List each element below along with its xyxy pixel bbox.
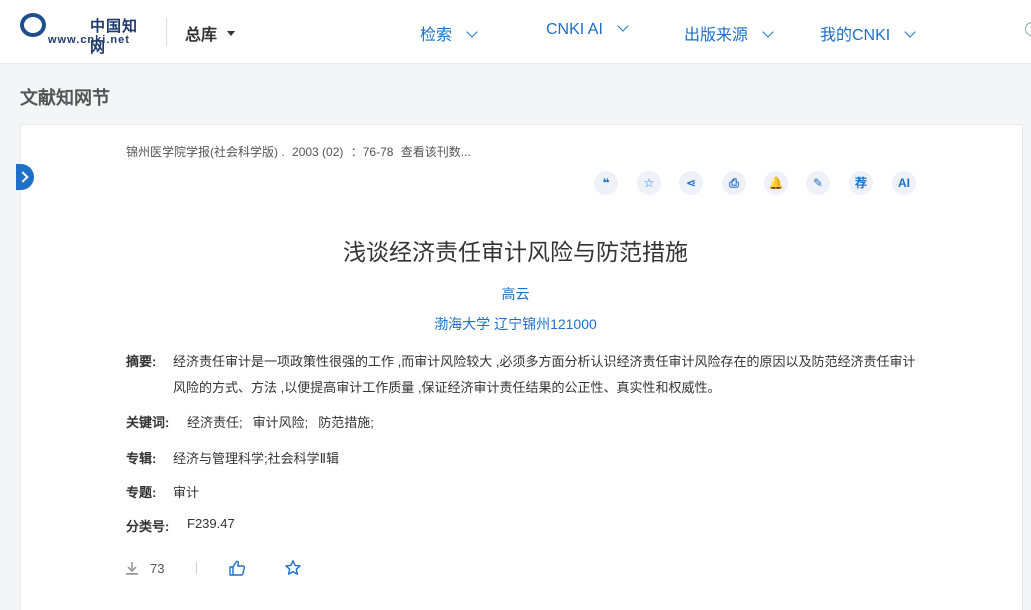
view-journal-link[interactable]: 查看该刊数... bbox=[401, 145, 471, 159]
topic-label: 专题: bbox=[126, 485, 157, 500]
cnki-logo[interactable]: 中国知网 www.cnki.net bbox=[20, 13, 148, 56]
source-info: 锦州医学院学报(社会科学版) . 2003 (02) ：76-78 查看该刊数.… bbox=[126, 143, 475, 160]
partial-user-icon[interactable] bbox=[1025, 22, 1031, 36]
chevron-down-icon bbox=[617, 20, 629, 32]
ai-icon[interactable]: AI bbox=[892, 171, 916, 195]
quote-icon[interactable]: ❝ bbox=[594, 171, 618, 195]
affiliation-link[interactable]: 渤海大学 辽宁锦州121000 bbox=[0, 314, 1031, 334]
share-icon[interactable]: ⋖ bbox=[679, 171, 703, 195]
thumbs-up-icon[interactable] bbox=[228, 559, 246, 577]
chevron-down-icon bbox=[466, 26, 478, 38]
classification-label: 分类号: bbox=[126, 519, 170, 534]
nav-my-cnki-label: 我的CNKI bbox=[820, 27, 891, 44]
keywords-list: 经济责任; 审计风险; 防范措施; bbox=[187, 412, 384, 431]
header-divider bbox=[166, 18, 167, 46]
library-label: 总库 bbox=[185, 27, 218, 44]
series-value: 经济与管理科学;社会科学Ⅱ辑 bbox=[173, 451, 340, 466]
recommend-icon[interactable]: 荐 bbox=[849, 171, 873, 195]
download-count: 73 bbox=[150, 561, 165, 576]
journal-issue[interactable]: 2003 (02) bbox=[292, 145, 343, 159]
keyword-link[interactable]: 防范措施; bbox=[318, 415, 374, 430]
nav-cnki-ai-label: CNKI AI bbox=[546, 21, 603, 38]
topic-value: 审计 bbox=[173, 485, 200, 500]
abstract-label: 摘要: bbox=[126, 354, 157, 369]
article-title: 浅谈经济责任审计风险与防范措施 bbox=[343, 239, 688, 265]
download-icon bbox=[126, 562, 138, 575]
chevron-down-icon bbox=[904, 26, 916, 38]
journal-name[interactable]: 锦州医学院学报(社会科学版) . bbox=[126, 145, 285, 159]
nav-cnki-ai[interactable]: CNKI AI bbox=[546, 20, 629, 39]
keywords-label: 关键词: bbox=[126, 415, 170, 430]
chevron-down-icon bbox=[762, 26, 774, 38]
star-icon[interactable] bbox=[284, 559, 302, 577]
print-icon[interactable]: ⎙ bbox=[722, 171, 746, 195]
nav-search[interactable]: 检索 bbox=[420, 21, 478, 45]
page-title: 文献知网节 bbox=[20, 88, 110, 108]
top-navigation-bar: 中国知网 www.cnki.net 总库 检索 CNKI AI 出版来源 我的C… bbox=[0, 0, 1031, 64]
cnki-logo-mark bbox=[20, 13, 48, 39]
bell-icon[interactable]: 🔔 bbox=[764, 171, 788, 195]
library-selector[interactable]: 总库 bbox=[185, 21, 236, 45]
series-label: 专辑: bbox=[126, 451, 157, 466]
keyword-link[interactable]: 审计风险; bbox=[253, 415, 309, 430]
author-link[interactable]: 高云 bbox=[0, 284, 1031, 304]
note-icon[interactable]: ✎ bbox=[806, 171, 830, 195]
nav-my-cnki[interactable]: 我的CNKI bbox=[820, 21, 916, 45]
caret-down-icon bbox=[227, 31, 236, 37]
logo-url: www.cnki.net bbox=[48, 34, 130, 46]
classification-value: F239.47 bbox=[187, 516, 235, 531]
nav-publication-source-label: 出版来源 bbox=[684, 27, 749, 44]
keyword-link[interactable]: 经济责任; bbox=[187, 415, 243, 430]
nav-search-label: 检索 bbox=[420, 27, 453, 44]
page-range: ：76-78 bbox=[350, 145, 394, 159]
favorite-icon[interactable]: ☆ bbox=[637, 171, 661, 195]
stats-divider bbox=[196, 562, 197, 574]
nav-publication-source[interactable]: 出版来源 bbox=[684, 21, 774, 45]
abstract-text: 经济责任审计是一项政策性很强的工作 ,而审计风险较大 ,必须多方面分析认识经济责… bbox=[173, 354, 916, 395]
